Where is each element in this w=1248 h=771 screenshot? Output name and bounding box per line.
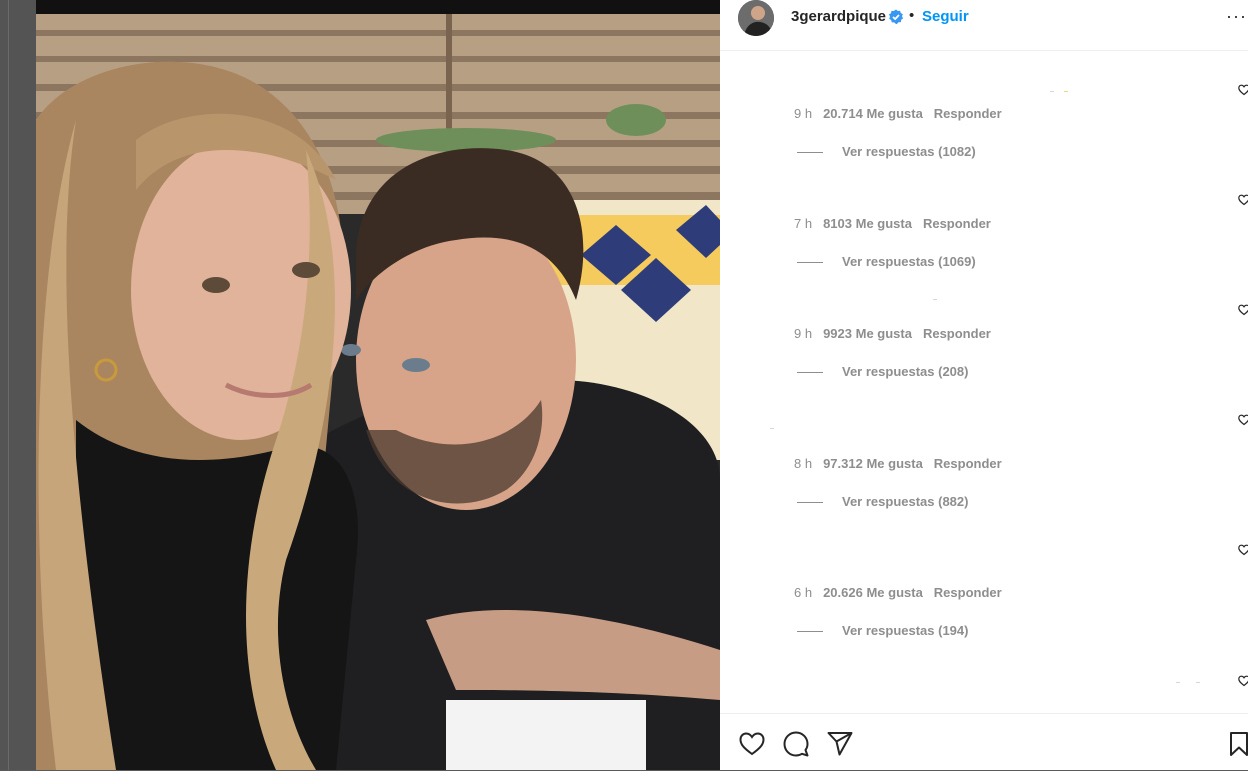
view-replies-label: Ver respuestas (208) — [842, 364, 969, 379]
small-heart-icon[interactable] — [1238, 194, 1248, 206]
comment-age: 7 h — [794, 216, 813, 231]
comment-meta: 9 h 9923 Me gusta Responder — [794, 326, 1002, 341]
verified-badge-icon — [889, 9, 904, 24]
comment-item: 6 h 20.626 Me gusta Responder Ver respuest… — [720, 544, 1248, 685]
post-header: 3gerardpique • Seguir ··· — [720, 0, 1248, 51]
comment-item: 9 h 9923 Me gusta Responder Ver respuestas… — [720, 304, 1248, 426]
view-replies-label: Ver respuestas (882) — [842, 494, 969, 509]
comment-age: 6 h — [794, 585, 813, 600]
view-replies-label: Ver respuestas (1069) — [842, 254, 976, 269]
replies-line — [797, 152, 823, 154]
comment-bubble-icon[interactable] — [782, 730, 810, 758]
small-heart-icon[interactable] — [1238, 544, 1248, 556]
woman-top — [76, 420, 358, 770]
view-replies-button[interactable]: Ver respuestas (1082) — [797, 144, 976, 159]
replies-line — [797, 372, 823, 374]
comment-likes[interactable]: 20.626 Me gusta — [823, 585, 923, 600]
small-heart-icon[interactable] — [1238, 414, 1248, 426]
comment-likes[interactable]: 20.714 Me gusta — [823, 106, 923, 121]
reply-button[interactable]: Responder — [923, 216, 991, 231]
comment-meta: 7 h 8103 Me gusta Responder — [794, 216, 1002, 231]
view-replies-label: Ver respuestas (194) — [842, 623, 969, 638]
bookmark-icon[interactable] — [1228, 730, 1248, 758]
photo-top-bar — [36, 0, 720, 14]
reply-button[interactable]: Responder — [923, 326, 991, 341]
faint-speck — [1050, 91, 1054, 92]
comment-likes[interactable]: 97.312 Me gusta — [823, 456, 923, 471]
small-heart-icon[interactable] — [1238, 84, 1248, 96]
view-replies-button[interactable]: Ver respuestas (882) — [797, 494, 968, 509]
white-cloth — [446, 700, 646, 770]
window-edge — [8, 0, 9, 770]
comment-meta: 9 h 20.714 Me gusta Responder — [794, 106, 1013, 121]
replies-line — [797, 502, 823, 504]
comment-item: 8 h 97.312 Me gusta Responder Ver respuest… — [720, 414, 1248, 556]
comment-meta: 6 h 20.626 Me gusta Responder — [794, 585, 1013, 600]
comment-age: 9 h — [794, 326, 813, 341]
separator-dot: • — [909, 7, 915, 24]
view-replies-button[interactable]: Ver respuestas (1069) — [797, 254, 976, 269]
replies-line — [797, 631, 823, 633]
username[interactable]: 3gerardpique — [791, 8, 886, 25]
post-side-panel: 3gerardpique • Seguir ··· 9 h 20.714 Me g… — [720, 0, 1248, 770]
paper-plane-icon[interactable] — [826, 730, 854, 758]
selfie-photo-illustration — [36, 0, 720, 770]
reply-button[interactable]: Responder — [934, 456, 1002, 471]
replies-line — [797, 262, 823, 264]
heart-icon[interactable] — [738, 730, 766, 758]
comment-age: 8 h — [794, 456, 813, 471]
small-heart-icon[interactable] — [1238, 304, 1248, 316]
follow-button[interactable]: Seguir — [922, 8, 969, 25]
view-replies-label: Ver respuestas (1082) — [842, 144, 976, 159]
view-replies-button[interactable]: Ver respuestas (194) — [797, 623, 968, 638]
comment-item: 9 h 20.714 Me gusta Responder Ver respuest… — [720, 84, 1248, 206]
faint-speck — [770, 428, 774, 429]
comment-item: 7 h 8103 Me gusta Responder Ver respuestas… — [720, 194, 1248, 316]
reply-button[interactable]: Responder — [934, 585, 1002, 600]
post-actions-bar — [720, 713, 1248, 771]
avatar[interactable] — [738, 0, 774, 36]
more-options-button[interactable]: ··· — [1226, 6, 1247, 27]
comment-likes[interactable]: 9923 Me gusta — [823, 326, 912, 341]
comment-age: 9 h — [794, 106, 813, 121]
reply-button[interactable]: Responder — [934, 106, 1002, 121]
faint-speck — [1064, 91, 1068, 92]
background-window — [0, 0, 36, 770]
view-replies-button[interactable]: Ver respuestas (208) — [797, 364, 968, 379]
comments-list: 9 h 20.714 Me gusta Responder Ver respuest… — [720, 51, 1248, 713]
comment-likes[interactable]: 8103 Me gusta — [823, 216, 912, 231]
small-heart-icon[interactable] — [1238, 675, 1248, 687]
post-photo — [36, 0, 720, 770]
comment-meta: 8 h 97.312 Me gusta Responder — [794, 456, 1013, 471]
avatar-image — [738, 0, 774, 36]
